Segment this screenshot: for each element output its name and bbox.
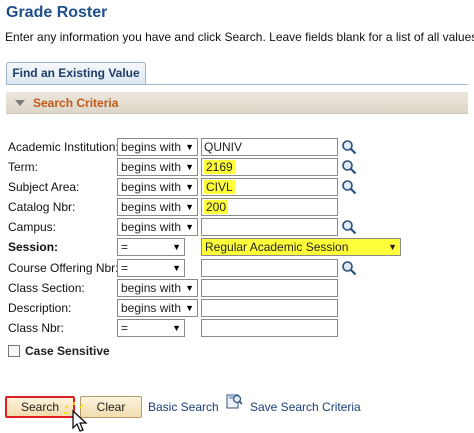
field-row-term: Term: begins with ▼ 2169 — [0, 158, 474, 176]
field-label: Term: — [8, 160, 38, 174]
dropdown-arrow-icon: ▼ — [185, 202, 194, 212]
description-input[interactable] — [201, 299, 338, 317]
lookup-magnifier-icon[interactable] — [341, 260, 357, 276]
dropdown-arrow-icon: ▼ — [185, 222, 194, 232]
subject-area-input[interactable]: CIVL — [201, 178, 338, 196]
session-select[interactable]: Regular Academic Session ▼ — [201, 238, 401, 256]
tab-underline — [6, 84, 468, 85]
lookup-magnifier-icon[interactable] — [341, 139, 357, 155]
lookup-magnifier-icon[interactable] — [341, 219, 357, 235]
academic-institution-input[interactable]: QUNIV — [201, 138, 338, 156]
field-label: Class Nbr: — [8, 321, 65, 335]
case-sensitive-label: Case Sensitive — [25, 344, 110, 358]
instructions-text: Enter any information you have and click… — [5, 30, 474, 44]
operator-select[interactable]: = ▼ — [117, 238, 185, 256]
dropdown-arrow-icon: ▼ — [185, 303, 194, 313]
term-input[interactable]: 2169 — [201, 158, 338, 176]
operator-select[interactable]: = ▼ — [117, 319, 185, 337]
field-label: Class Section: — [8, 281, 85, 295]
mouse-pointer-icon — [64, 402, 88, 432]
operator-select[interactable]: begins with ▼ — [117, 218, 198, 236]
collapse-triangle-icon[interactable] — [15, 100, 25, 106]
field-row-course-offering-nbr: Course Offering Nbr: = ▼ — [0, 259, 474, 277]
operator-select[interactable]: begins with ▼ — [117, 138, 198, 156]
dropdown-arrow-icon: ▼ — [185, 182, 194, 192]
section-title: Search Criteria — [33, 96, 119, 110]
field-label: Catalog Nbr: — [8, 200, 76, 214]
tab-find-existing-value[interactable]: Find an Existing Value — [6, 62, 146, 84]
field-row-description: Description: begins with ▼ — [0, 299, 474, 317]
field-label: Description: — [8, 301, 72, 315]
catalog-nbr-input[interactable]: 200 — [201, 198, 338, 216]
field-row-class-nbr: Class Nbr: = ▼ — [0, 319, 474, 337]
field-label: Session: — [8, 240, 59, 254]
operator-select[interactable]: begins with ▼ — [117, 178, 198, 196]
operator-select[interactable]: begins with ▼ — [117, 279, 198, 297]
case-sensitive-checkbox[interactable] — [8, 345, 20, 357]
lookup-magnifier-icon[interactable] — [341, 179, 357, 195]
basic-search-link[interactable]: Basic Search — [148, 400, 219, 414]
field-label: Academic Institution: — [8, 140, 119, 154]
dropdown-arrow-icon: ▼ — [185, 142, 194, 152]
course-offering-nbr-input[interactable] — [201, 259, 338, 277]
dropdown-arrow-icon: ▼ — [172, 242, 181, 252]
dropdown-arrow-icon: ▼ — [172, 323, 181, 333]
class-nbr-input[interactable] — [201, 319, 338, 337]
search-criteria-header[interactable]: Search Criteria — [6, 92, 468, 114]
field-label: Subject Area: — [8, 180, 80, 194]
operator-select[interactable]: begins with ▼ — [117, 158, 198, 176]
field-row-academic-institution: Academic Institution: begins with ▼ QUNIV — [0, 138, 474, 156]
save-search-criteria-link[interactable]: Save Search Criteria — [250, 400, 361, 414]
page-title: Grade Roster — [6, 4, 108, 21]
campus-input[interactable] — [201, 218, 338, 236]
operator-select[interactable]: begins with ▼ — [117, 299, 198, 317]
dropdown-arrow-icon: ▼ — [388, 242, 397, 252]
dropdown-arrow-icon: ▼ — [185, 283, 194, 293]
save-search-icon[interactable] — [226, 393, 243, 410]
field-row-subject-area: Subject Area: begins with ▼ CIVL — [0, 178, 474, 196]
field-row-session: Session: = ▼ Regular Academic Session ▼ — [0, 238, 474, 256]
field-row-class-section: Class Section: begins with ▼ — [0, 279, 474, 297]
class-section-input[interactable] — [201, 279, 338, 297]
operator-select[interactable]: begins with ▼ — [117, 198, 198, 216]
field-label: Campus: — [8, 220, 57, 234]
field-row-catalog-nbr: Catalog Nbr: begins with ▼ 200 — [0, 198, 474, 216]
field-label: Course Offering Nbr: — [8, 261, 119, 275]
dropdown-arrow-icon: ▼ — [172, 263, 181, 273]
field-row-campus: Campus: begins with ▼ — [0, 218, 474, 236]
lookup-magnifier-icon[interactable] — [341, 159, 357, 175]
operator-select[interactable]: = ▼ — [117, 259, 185, 277]
dropdown-arrow-icon: ▼ — [185, 162, 194, 172]
